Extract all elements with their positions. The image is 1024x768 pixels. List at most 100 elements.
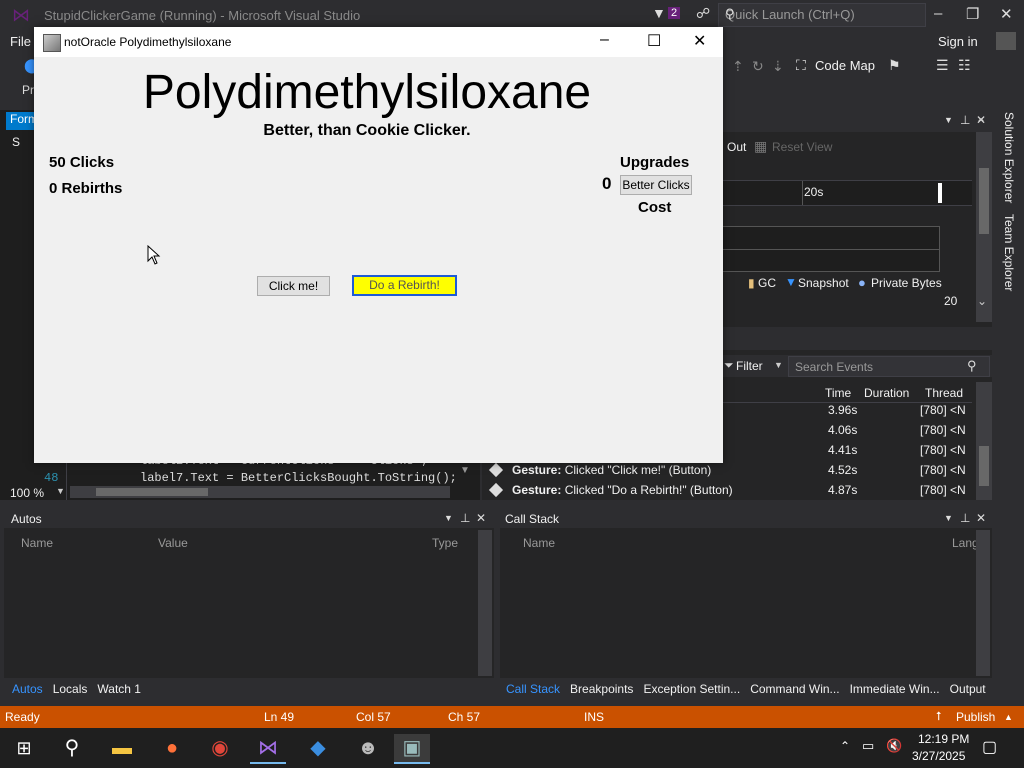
col-duration[interactable]: Duration (864, 386, 909, 400)
maximize-icon[interactable]: ☐ (647, 31, 661, 51)
scrollbar-thumb[interactable] (979, 446, 989, 486)
restore-icon[interactable]: ❐ (966, 5, 979, 23)
toolbar-redo-icon[interactable]: ↻ (752, 58, 764, 75)
call-stack-scrollbar[interactable] (976, 530, 990, 676)
table-row[interactable]: Gesture: Clicked "Click me!" (Button) 4.… (482, 460, 982, 480)
pin-icon[interactable]: ⊥ (460, 511, 470, 525)
col-name[interactable]: Name (21, 536, 53, 550)
tab-watch-1[interactable]: Watch 1 (97, 682, 141, 696)
action-center-icon[interactable]: ▢ (982, 737, 997, 757)
col-thread[interactable]: Thread (925, 386, 963, 400)
team-explorer-tab[interactable]: Team Explorer (1002, 214, 1016, 291)
minimize-icon[interactable]: – (600, 31, 609, 49)
close-icon[interactable]: ✕ (693, 31, 706, 51)
search-icon[interactable]: ⚲ (967, 358, 977, 374)
close-icon[interactable]: ✕ (476, 511, 486, 525)
tab-exception-settings[interactable]: Exception Settin... (643, 682, 740, 696)
quick-launch-input[interactable]: Quick Launch (Ctrl+Q) ⚲ (718, 3, 926, 27)
notification-badge[interactable]: 2 (668, 7, 681, 19)
indent-icon[interactable]: ☰ (936, 57, 949, 74)
event-label: Gesture: (512, 483, 562, 497)
scrollbar-thumb[interactable] (96, 488, 208, 496)
table-row[interactable]: Gesture: Clicked "Do a Rebirth!" (Button… (482, 480, 982, 500)
zoom-out-button[interactable]: Out (727, 140, 746, 154)
tab-locals[interactable]: Locals (53, 682, 88, 696)
network-icon[interactable]: ▭ (862, 738, 874, 754)
col-name[interactable]: Name (523, 536, 555, 550)
gimp-icon[interactable]: ☻ (350, 734, 386, 762)
volume-muted-icon[interactable]: 🔇 (886, 738, 902, 754)
code-map-button[interactable]: Code Map (815, 58, 875, 73)
tab-autos[interactable]: Autos (12, 682, 43, 696)
firefox-icon[interactable]: ● (154, 734, 190, 762)
visual-studio-taskbar-icon[interactable]: ⋈ (250, 734, 286, 764)
horizontal-scrollbar[interactable] (70, 486, 450, 498)
tab-command-window[interactable]: Command Win... (750, 682, 839, 696)
autos-pane: Autos ▼ ⊥ ✕ Name Value Type (4, 508, 494, 678)
close-icon[interactable]: ✕ (1000, 5, 1013, 23)
minimize-icon[interactable]: – (934, 5, 942, 22)
pin-icon[interactable]: ⊥ (960, 511, 970, 525)
scroll-down-icon[interactable]: ⌄ (977, 294, 987, 308)
col-time[interactable]: Time (825, 386, 851, 400)
events-vertical-scrollbar[interactable] (976, 382, 992, 500)
solution-explorer-tab[interactable]: Solution Explorer (1002, 112, 1016, 203)
avatar[interactable] (996, 32, 1016, 50)
publish-dropdown-icon[interactable]: ▲ (1004, 712, 1013, 722)
pin-icon[interactable]: ⊥ (960, 113, 970, 127)
search-icon[interactable]: ⚲ (54, 734, 90, 762)
tab-immediate-window[interactable]: Immediate Win... (850, 682, 940, 696)
breakpoint-icon[interactable]: ⚑ (888, 57, 901, 74)
click-me-button[interactable]: Click me! (257, 276, 330, 296)
outdent-icon[interactable]: ☷ (958, 57, 971, 74)
dropdown-icon[interactable]: ▼ (944, 513, 953, 523)
timeline-ruler[interactable]: 20s (720, 180, 972, 206)
reset-view-button[interactable]: Reset View (772, 140, 832, 154)
search-events-input[interactable]: Search Events ⚲ (788, 356, 990, 377)
tab-output[interactable]: Output (950, 682, 986, 696)
event-thread: [780] <N (920, 483, 966, 497)
scroll-down-icon[interactable]: ▼ (460, 465, 470, 476)
toolbar-arrow-icon[interactable]: ⇡ (732, 58, 744, 75)
event-description: Gesture: Clicked "Do a Rebirth!" (Button… (512, 483, 733, 497)
feedback-icon[interactable]: ☍ (696, 5, 710, 22)
pinned-app-icon[interactable]: ◉ (202, 734, 238, 762)
close-icon[interactable]: ✕ (976, 511, 986, 525)
zoom-level[interactable]: 100 % (10, 486, 44, 500)
tab-breakpoints[interactable]: Breakpoints (570, 682, 633, 696)
sign-in-link[interactable]: Sign in (938, 34, 978, 49)
upgrades-label: Upgrades (620, 154, 690, 171)
col-language[interactable]: Lang (952, 536, 979, 550)
taskbar: ⊞ ⚲ ▬ ● ◉ ⋈ ◆ ☻ ▣ ⌃ ▭ 🔇 12:19 PM 3/27/20… (0, 728, 1024, 768)
legend-private-bytes: Private Bytes (871, 276, 942, 290)
zoom-dropdown-icon[interactable]: ▼ (56, 486, 65, 496)
rider-icon[interactable]: ◆ (300, 734, 336, 762)
event-thread: [780] <N (920, 423, 966, 437)
menu-file[interactable]: File (10, 34, 31, 49)
col-type[interactable]: Type (432, 536, 458, 550)
filter-dropdown-icon[interactable]: ▼ (774, 360, 783, 370)
better-clicks-button[interactable]: Better Clicks (620, 175, 692, 195)
memory-graph (720, 226, 940, 272)
clock-date[interactable]: 3/27/2025 (912, 749, 965, 763)
filter-button[interactable]: Filter (736, 359, 763, 373)
dropdown-icon[interactable]: ▼ (444, 513, 453, 523)
scrollbar-thumb[interactable] (979, 168, 989, 234)
running-app-icon[interactable]: ▣ (394, 734, 430, 764)
publish-button[interactable]: Publish (956, 710, 995, 724)
col-value[interactable]: Value (158, 536, 188, 550)
rebirth-button[interactable]: Do a Rebirth! (352, 275, 457, 296)
autos-scrollbar[interactable] (478, 530, 492, 676)
filter-icon[interactable]: ▼ (652, 5, 666, 21)
tab-call-stack[interactable]: Call Stack (506, 682, 560, 696)
clock-time[interactable]: 12:19 PM (918, 732, 969, 746)
file-explorer-icon[interactable]: ▬ (104, 734, 140, 762)
tray-chevron-icon[interactable]: ⌃ (840, 739, 850, 753)
dropdown-icon[interactable]: ▼ (944, 115, 953, 125)
scroll-up-icon[interactable]: ⌃ (976, 116, 986, 130)
solution-tab[interactable]: S (12, 135, 20, 149)
windows-start-icon[interactable]: ⊞ (6, 734, 42, 762)
toolbar-step-icon[interactable]: ⇣ (772, 58, 784, 75)
private-bytes-legend-icon: ● (858, 275, 866, 290)
cost-label: Cost (638, 199, 672, 216)
